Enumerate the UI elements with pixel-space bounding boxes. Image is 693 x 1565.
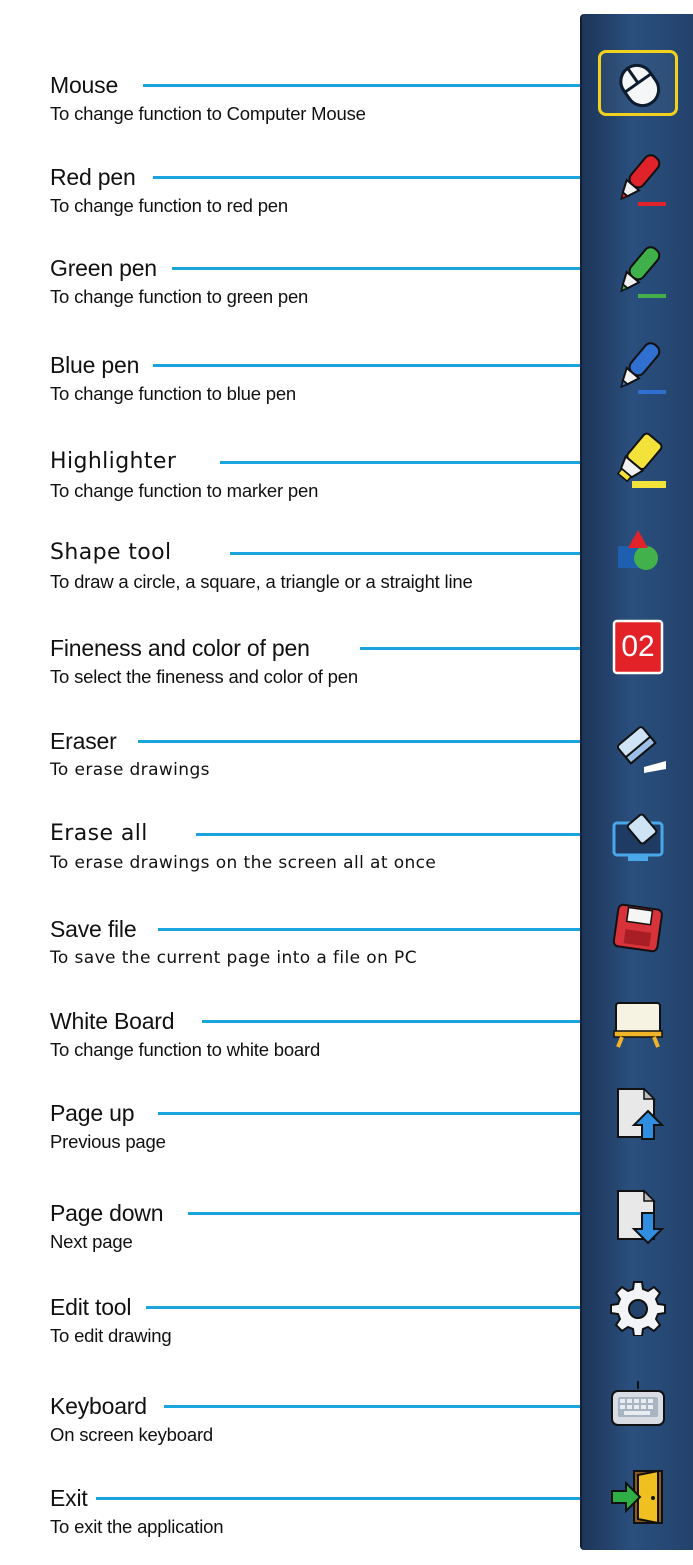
label-description: To save the current page into a file on … — [50, 948, 417, 968]
leader-line — [196, 833, 580, 836]
exit-door-icon — [611, 1469, 663, 1525]
whiteboard-button[interactable] — [598, 988, 678, 1054]
leader-line — [143, 84, 580, 87]
erase-all-icon — [612, 813, 664, 861]
label-title: Erase all — [50, 821, 148, 846]
label-title: Shape tool — [50, 540, 172, 565]
label-description: To draw a circle, a square, a triangle o… — [50, 571, 473, 592]
green-pen-icon — [620, 246, 666, 298]
label-description: To erase drawings — [50, 760, 210, 780]
highlighter-button[interactable] — [598, 428, 678, 494]
label-description: To change function to blue pen — [50, 383, 296, 404]
label-description: On screen keyboard — [50, 1424, 213, 1445]
leader-line — [172, 267, 580, 270]
legend-row-page-up: Page up Previous page — [0, 1100, 693, 1180]
label-description: To change function to green pen — [50, 286, 309, 307]
label-title: Red pen — [50, 164, 136, 190]
leader-line — [158, 1112, 580, 1115]
green-pen-button[interactable] — [598, 238, 678, 304]
label-title: Green pen — [50, 255, 157, 281]
label-title: Mouse — [50, 72, 119, 98]
pen-size-value: 02 — [621, 630, 655, 663]
legend-row-highlighter: Highlighter To change function to marker… — [0, 449, 693, 529]
mouse-tool-button[interactable] — [598, 50, 678, 116]
red-pen-button[interactable] — [598, 146, 678, 212]
edit-tool-button[interactable] — [598, 1273, 678, 1339]
label-title: Page up — [50, 1100, 135, 1126]
label-description: To edit drawing — [50, 1325, 172, 1346]
gear-icon — [610, 1281, 666, 1336]
leader-line — [158, 928, 580, 931]
mouse-icon — [619, 63, 661, 108]
legend-row-mouse: Mouse To change function to Computer Mou… — [0, 72, 693, 152]
keyboard-icon — [611, 1381, 665, 1426]
save-file-button[interactable] — [598, 894, 678, 960]
label-description: To select the fineness and color of pen — [50, 666, 358, 687]
label-description: Previous page — [50, 1131, 166, 1152]
leader-line — [360, 647, 580, 650]
eraser-button[interactable] — [598, 714, 678, 780]
leader-line — [96, 1497, 580, 1500]
legend-row-shape-tool: Shape tool To draw a circle, a square, a… — [0, 540, 693, 620]
red-pen-icon — [620, 154, 666, 206]
keyboard-button[interactable] — [598, 1372, 678, 1438]
page-up-icon — [617, 1087, 665, 1140]
legend-row-exit: Exit To exit the application — [0, 1485, 693, 1565]
exit-button[interactable] — [598, 1464, 678, 1530]
label-title: Eraser — [50, 728, 117, 754]
leader-line — [164, 1405, 580, 1408]
page-down-button[interactable] — [598, 1182, 678, 1248]
legend-row-white-board: White Board To change function to white … — [0, 1008, 693, 1088]
leader-line — [188, 1212, 580, 1215]
label-title: Blue pen — [50, 352, 140, 378]
label-title: Edit tool — [50, 1294, 132, 1320]
label-description: To erase drawings on the screen all at o… — [50, 853, 437, 873]
floppy-disk-icon — [612, 903, 663, 953]
legend-row-erase-all: Erase all To erase drawings on the scree… — [0, 821, 693, 901]
pen-size-button[interactable]: 02 — [598, 614, 678, 680]
label-title: Exit — [50, 1485, 88, 1511]
legend-row-keyboard: Keyboard On screen keyboard — [0, 1393, 693, 1473]
label-title: Page down — [50, 1200, 164, 1226]
legend-row-save-file: Save file To save the current page into … — [0, 916, 693, 996]
label-description: To change function to white board — [50, 1039, 321, 1060]
whiteboard-icon — [613, 1002, 663, 1048]
legend-row-edit-tool: Edit tool To edit drawing — [0, 1294, 693, 1374]
legend-row-red-pen: Red pen To change function to red pen — [0, 164, 693, 244]
label-title: Keyboard — [50, 1393, 147, 1419]
legend-row-blue-pen: Blue pen To change function to blue pen — [0, 352, 693, 432]
label-title: White Board — [50, 1008, 175, 1034]
label-description: To exit the application — [50, 1516, 224, 1537]
leader-line — [230, 552, 580, 555]
label-description: Next page — [50, 1231, 133, 1252]
label-title: Save file — [50, 916, 137, 942]
highlighter-icon — [616, 432, 666, 488]
label-description: To change function to Computer Mouse — [50, 103, 366, 124]
label-description: To change function to marker pen — [50, 480, 319, 501]
shape-tool-button[interactable] — [598, 519, 678, 585]
label-title: Fineness and color of pen — [50, 635, 310, 661]
blue-pen-button[interactable] — [598, 334, 678, 400]
erase-all-button[interactable] — [598, 802, 678, 868]
shapes-icon — [618, 530, 658, 570]
label-description: To change function to red pen — [50, 195, 288, 216]
blue-pen-icon — [620, 342, 666, 394]
page-down-icon — [617, 1189, 665, 1245]
legend-row-page-down: Page down Next page — [0, 1200, 693, 1280]
leader-line — [153, 364, 580, 367]
page-up-button[interactable] — [598, 1080, 678, 1146]
legend-row-pen-fineness: Fineness and color of pen To select the … — [0, 635, 693, 715]
leader-line — [138, 740, 580, 743]
leader-line — [153, 176, 580, 179]
leader-line — [202, 1020, 580, 1023]
leader-line — [146, 1306, 580, 1309]
eraser-icon — [616, 726, 666, 773]
legend-row-green-pen: Green pen To change function to green pe… — [0, 255, 693, 335]
label-title: Highlighter — [50, 449, 177, 474]
legend-row-eraser: Eraser To erase drawings — [0, 728, 693, 808]
leader-line — [220, 461, 580, 464]
